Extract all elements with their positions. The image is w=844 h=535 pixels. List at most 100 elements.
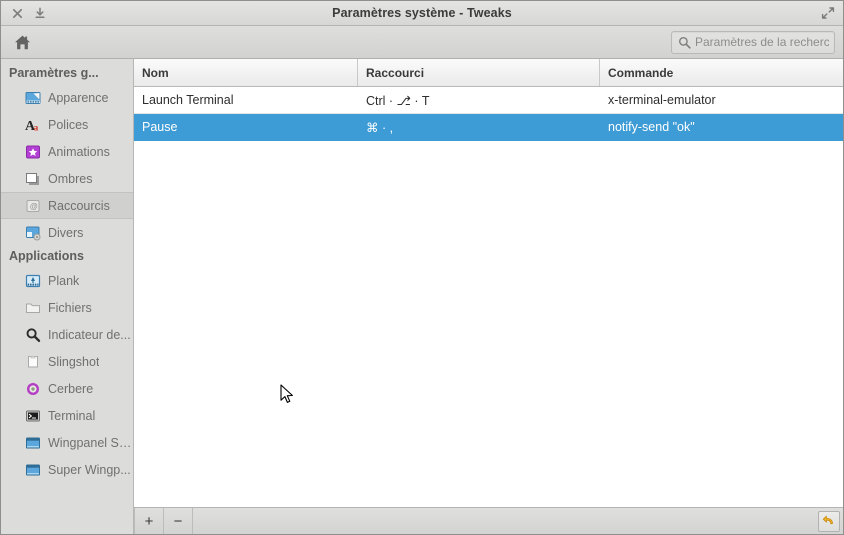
cell-shortcut: ⌘ · , bbox=[366, 120, 394, 135]
sidebar-item-slingshot[interactable]: Slingshot bbox=[1, 348, 133, 375]
sidebar-item-animations[interactable]: Animations bbox=[1, 138, 133, 165]
sidebar-item-polices[interactable]: A a Polices bbox=[1, 111, 133, 138]
misc-glyph bbox=[26, 226, 41, 240]
sidebar-item-indicateur[interactable]: Indicateur de... bbox=[1, 321, 133, 348]
search-input[interactable]: Paramètres de la recherche bbox=[671, 30, 835, 54]
sidebar-item-label: Animations bbox=[48, 144, 110, 159]
sidebar-item-cerbere[interactable]: Cerbere bbox=[1, 375, 133, 402]
slingshot-icon bbox=[25, 354, 41, 370]
column-header-raccourci[interactable]: Raccourci bbox=[358, 59, 600, 86]
appearance-glyph bbox=[25, 91, 41, 104]
fonts-icon: A a bbox=[25, 117, 41, 133]
maximize-icon[interactable] bbox=[821, 6, 835, 20]
svg-text:a: a bbox=[34, 123, 39, 133]
window-body: Paramètres g... Apparence A a Polices An… bbox=[1, 59, 843, 534]
sidebar-item-plank[interactable]: Plank bbox=[1, 267, 133, 294]
cell-shortcut: Ctrl · ⎇ · T bbox=[366, 93, 430, 108]
action-bar: + − bbox=[134, 507, 843, 534]
sidebar-category-applications: Applications bbox=[9, 249, 85, 263]
cell-command: x-terminal-emulator bbox=[608, 93, 716, 107]
search-icon bbox=[677, 35, 691, 49]
sidebar-item-label: Wingpanel Slim bbox=[48, 435, 133, 450]
appearance-icon bbox=[25, 90, 41, 106]
wingpanel-slim-icon bbox=[25, 435, 41, 451]
shortcuts-table: Launch Terminal Ctrl · ⎇ · T x-terminal-… bbox=[134, 87, 843, 507]
sidebar-item-label: Cerbere bbox=[48, 381, 94, 396]
sidebar-item-label: Super Wingp... bbox=[48, 462, 131, 477]
cerbere-icon bbox=[25, 381, 41, 397]
restore-defaults-button[interactable] bbox=[818, 510, 840, 532]
files-icon bbox=[25, 300, 41, 316]
fonts-glyph: A a bbox=[25, 119, 39, 133]
sidebar-item-label: Plank bbox=[48, 273, 80, 288]
plank-icon bbox=[25, 273, 41, 289]
cell-command: notify-send "ok" bbox=[608, 120, 695, 134]
remove-shortcut-button[interactable]: − bbox=[164, 507, 193, 534]
sidebar-item-fichiers[interactable]: Fichiers bbox=[1, 294, 133, 321]
sidebar-item-apparence[interactable]: Apparence bbox=[1, 84, 133, 111]
svg-text:@: @ bbox=[30, 202, 38, 211]
animations-glyph bbox=[26, 145, 40, 158]
sidebar-item-super-wingpanel[interactable]: Super Wingp... bbox=[1, 456, 133, 483]
files-glyph bbox=[26, 303, 40, 313]
minimize-icon[interactable] bbox=[33, 6, 47, 20]
shadows-icon bbox=[25, 171, 41, 187]
sidebar-item-terminal[interactable]: Terminal bbox=[1, 402, 133, 429]
tweaks-window: Paramètres système - Tweaks Paramètres d… bbox=[0, 0, 844, 535]
super-wingpanel-glyph bbox=[26, 464, 40, 475]
minimize-glyph bbox=[35, 7, 45, 18]
sidebar-category-general: Paramètres g... bbox=[9, 66, 99, 80]
indicator-glyph bbox=[26, 327, 41, 342]
table-header: Nom Raccourci Commande bbox=[134, 59, 843, 87]
sidebar-item-ombres[interactable]: Ombres bbox=[1, 165, 133, 192]
restore-defaults-icon bbox=[822, 515, 833, 525]
animations-icon bbox=[25, 144, 41, 160]
sidebar-item-label: Ombres bbox=[48, 171, 93, 186]
sidebar-item-wingpanel-slim[interactable]: Wingpanel Slim bbox=[1, 429, 133, 456]
slingshot-glyph bbox=[28, 355, 38, 367]
maximize-glyph bbox=[821, 7, 835, 19]
cell-name: Launch Terminal bbox=[142, 93, 234, 107]
table-row[interactable]: Pause ⌘ · , notify-send "ok" bbox=[134, 114, 843, 141]
column-header-nom[interactable]: Nom bbox=[134, 59, 358, 86]
shadows-glyph bbox=[26, 172, 39, 185]
close-glyph bbox=[12, 8, 22, 18]
cell-name: Pause bbox=[142, 120, 178, 134]
toolbar: Paramètres de la recherche bbox=[1, 26, 843, 59]
sidebar-item-label: Indicateur de... bbox=[48, 327, 131, 342]
indicator-icon bbox=[25, 327, 41, 343]
sidebar-item-label: Polices bbox=[48, 117, 89, 132]
action-bar-left: + − bbox=[134, 507, 193, 534]
sidebar-item-label: Divers bbox=[48, 225, 84, 240]
shortcuts-glyph: @ bbox=[26, 199, 40, 212]
sidebar-item-label: Slingshot bbox=[48, 354, 100, 369]
home-icon bbox=[14, 35, 30, 49]
sidebar: Paramètres g... Apparence A a Polices An… bbox=[1, 59, 134, 534]
titlebar: Paramètres système - Tweaks bbox=[1, 1, 843, 26]
home-button[interactable] bbox=[8, 30, 36, 54]
search-glyph bbox=[678, 36, 691, 49]
plank-glyph bbox=[25, 274, 41, 287]
terminal-icon bbox=[25, 408, 41, 424]
sidebar-item-divers[interactable]: Divers bbox=[1, 219, 133, 246]
cerbere-glyph bbox=[27, 382, 39, 395]
sidebar-item-label: Terminal bbox=[48, 408, 96, 423]
window-title: Paramètres système - Tweaks bbox=[332, 6, 512, 20]
search-placeholder: Paramètres de la recherche bbox=[695, 35, 829, 49]
sidebar-item-label: Apparence bbox=[48, 90, 109, 105]
wingpanel-slim-glyph bbox=[26, 437, 40, 448]
sidebar-item-label: Raccourcis bbox=[48, 198, 110, 213]
terminal-glyph bbox=[26, 410, 40, 421]
content-area: Nom Raccourci Commande Launch Terminal C… bbox=[134, 59, 843, 534]
sidebar-item-raccourcis[interactable]: @ Raccourcis bbox=[1, 192, 133, 219]
super-wingpanel-icon bbox=[25, 462, 41, 478]
add-shortcut-button[interactable]: + bbox=[134, 507, 164, 534]
table-row[interactable]: Launch Terminal Ctrl · ⎇ · T x-terminal-… bbox=[134, 87, 843, 114]
shortcuts-icon: @ bbox=[25, 198, 41, 214]
sidebar-item-label: Fichiers bbox=[48, 300, 92, 315]
window-controls-left bbox=[1, 6, 47, 20]
column-header-commande[interactable]: Commande bbox=[600, 59, 843, 86]
misc-icon bbox=[25, 225, 41, 241]
close-icon[interactable] bbox=[10, 6, 24, 20]
window-controls-right bbox=[821, 1, 835, 25]
